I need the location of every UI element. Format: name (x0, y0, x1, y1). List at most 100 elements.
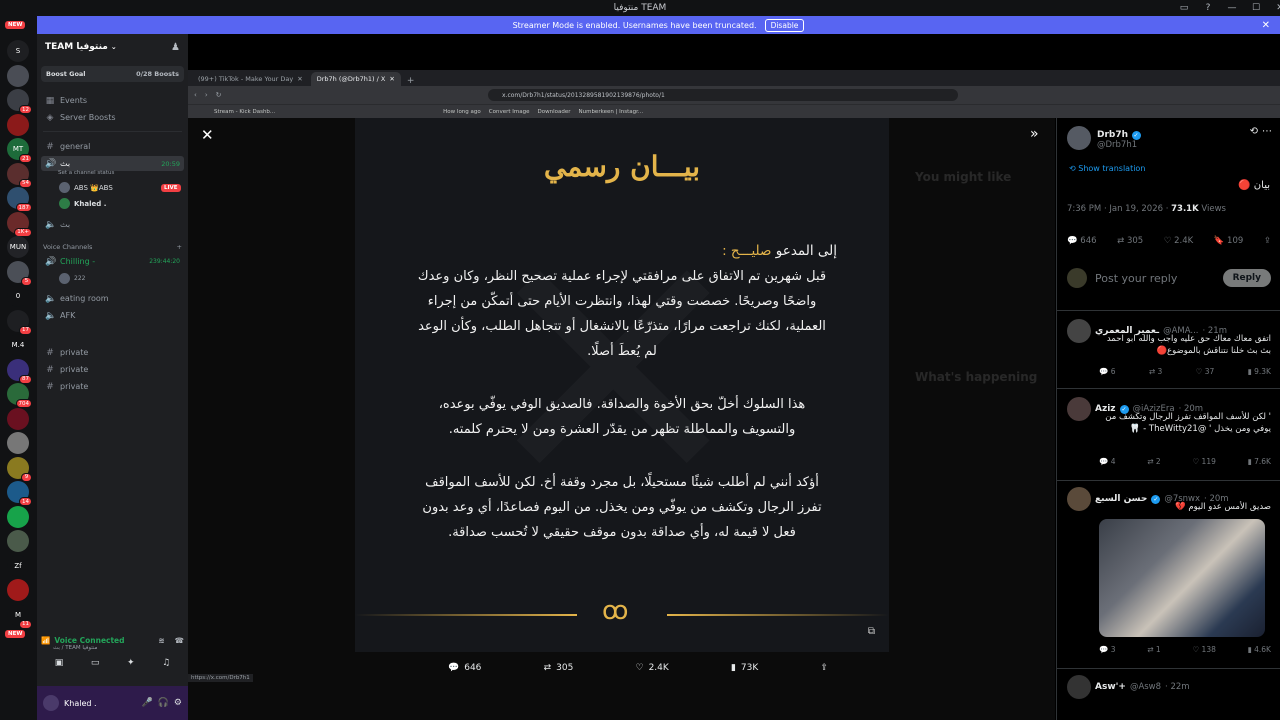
events-item[interactable]: ▦ Events (41, 93, 184, 108)
activities-icon[interactable]: ✦ (127, 658, 135, 668)
views-action[interactable]: ▮ 73K (731, 663, 758, 673)
signal-icon[interactable]: 📶 (41, 636, 50, 645)
channel-bt-voice[interactable]: 🔈 بث (41, 217, 184, 232)
bookmark-item[interactable]: Convert Image (489, 109, 530, 115)
repost-stat[interactable]: ⇄ 305 (1117, 236, 1143, 246)
voice-user-abs[interactable]: ABS 👑ABS (59, 182, 113, 193)
show-translation-link[interactable]: ⟲ Show translation (1069, 164, 1145, 173)
channel-general[interactable]: # general (41, 139, 184, 154)
like-stat[interactable]: ♡ 2.4K (1164, 236, 1193, 246)
voice-channel-path[interactable]: بث / TEAM منتوفيا (53, 645, 184, 651)
channel-eating-room[interactable]: 🔈 eating room (41, 291, 184, 306)
back-icon[interactable]: ‹ (194, 91, 197, 99)
minimize-button[interactable]: — (1220, 0, 1244, 16)
disable-streamer-button[interactable]: Disable (764, 18, 805, 32)
reply-button[interactable]: Reply (1222, 269, 1271, 287)
close-viewer-icon[interactable]: ✕ (201, 126, 214, 144)
share-icon[interactable]: ⇪ (1264, 236, 1271, 246)
server-icon[interactable]: M.4 (7, 334, 29, 356)
server-header[interactable]: TEAM منتوفيا ⌄ ♟ (37, 34, 188, 60)
server-icon[interactable]: 1K+ (7, 211, 32, 237)
server-icon[interactable]: Zf (7, 554, 29, 577)
views-stat[interactable]: ▮ 9.3K (1248, 367, 1271, 376)
server-icon[interactable]: 187 (7, 187, 32, 212)
views-stat[interactable]: ▮ 7.6K (1248, 457, 1271, 466)
channel-private-3[interactable]: # private (41, 379, 184, 394)
avatar[interactable] (1067, 319, 1091, 343)
reply-action[interactable]: 💬 646 (448, 663, 481, 673)
bookmark-stat[interactable]: 🔖 109 (1214, 236, 1244, 246)
invite-people-icon[interactable]: ♟ (171, 42, 180, 53)
more-options-icon[interactable]: ⋯ (1262, 126, 1272, 137)
server-icon[interactable]: 0 (7, 285, 29, 307)
noise-suppression-icon[interactable]: ≋ (158, 636, 164, 645)
avatar[interactable] (1067, 126, 1091, 150)
gear-icon[interactable]: ⚙ (174, 698, 182, 708)
server-icon[interactable]: 12 (7, 89, 32, 114)
disconnect-icon[interactable]: ☎ (175, 636, 184, 645)
boost-goal-bar[interactable]: Boost Goal 0/28 Boosts (41, 66, 184, 82)
bookmark-item[interactable]: Stream - Kick Dashb... (214, 109, 275, 115)
channel-stream-voice[interactable]: 🔊 بث 20:59 (41, 156, 184, 171)
tab-x-post[interactable]: Drb7h (@Drb7h1) / X ✕ (310, 72, 401, 86)
server-icon[interactable]: 5 (7, 260, 32, 286)
headphones-icon[interactable]: 🎧 (158, 698, 169, 708)
close-window-button[interactable]: ✕ (1268, 0, 1280, 16)
channel-afk[interactable]: 🔈 AFK (41, 308, 184, 323)
repost-stat[interactable]: ⇄ 3 (1149, 367, 1162, 376)
plus-icon[interactable]: + (177, 243, 182, 251)
server-icon[interactable]: 704 (7, 383, 32, 408)
reply-item[interactable]: Asw'+ @Asw8 · 22m (1057, 668, 1280, 720)
reply-stat[interactable]: 💬 6 (1099, 367, 1116, 376)
server-icon[interactable]: 14 (7, 481, 32, 506)
server-icon[interactable]: S (7, 40, 29, 62)
voice-connected-label[interactable]: Voice Connected (54, 636, 124, 645)
close-tab-icon[interactable]: ✕ (389, 75, 394, 83)
reply-photo[interactable] (1099, 519, 1265, 637)
maximize-button[interactable]: ☐ (1244, 0, 1268, 16)
new-tab-button[interactable]: + (403, 76, 419, 86)
server-icon[interactable] (7, 113, 29, 136)
post-image[interactable]: ✕ بيـــان رسمي إلى المدعو صليـــح : قبل … (355, 118, 889, 652)
repost-action[interactable]: ⇄ 305 (544, 663, 574, 673)
avatar[interactable] (43, 695, 59, 711)
server-icon[interactable]: MT 21 (7, 138, 32, 163)
reply-stat[interactable]: 💬 646 (1067, 236, 1097, 246)
bookmark-item[interactable]: How long ago (443, 109, 481, 115)
avatar[interactable] (1067, 675, 1091, 699)
views-stat[interactable]: ▮ 4.6K (1248, 645, 1271, 654)
server-icon[interactable] (7, 432, 29, 454)
reload-icon[interactable]: ↻ (216, 91, 222, 99)
avatar[interactable] (1067, 487, 1091, 511)
server-icon[interactable] (7, 64, 29, 87)
bookmark-item[interactable]: Downloader (538, 109, 571, 115)
reply-input[interactable]: Post your reply (1095, 272, 1177, 285)
channel-private-1[interactable]: # private (41, 345, 184, 360)
repost-stat[interactable]: ⇄ 1 (1147, 645, 1160, 654)
server-icon[interactable] (7, 407, 29, 430)
expand-panel-icon[interactable]: » (1030, 126, 1039, 142)
like-action[interactable]: ♡ 2.4K (635, 663, 668, 673)
address-bar[interactable]: x.com/Drb7h1/status/2013289581902139876/… (488, 89, 958, 101)
grok-icon[interactable]: ⟲ (1250, 126, 1258, 137)
forward-icon[interactable]: › (205, 91, 208, 99)
share-icon[interactable]: ⇪ (820, 663, 828, 673)
reply-item[interactable]: حسن السبع ✓ @7snwx · 20m صديق الأمس عدو … (1057, 480, 1280, 666)
voice-user-khaled[interactable]: Khaled . (59, 198, 106, 209)
user-name[interactable]: Khaled . (64, 699, 97, 708)
close-tab-icon[interactable]: ✕ (297, 75, 302, 83)
server-icon[interactable] (7, 505, 29, 528)
like-stat[interactable]: ♡ 119 (1192, 457, 1215, 466)
channel-chilling[interactable]: 🔊 Chilling - 239:44:20 (41, 254, 184, 269)
like-stat[interactable]: ♡ 37 (1196, 367, 1215, 376)
tweet-author[interactable]: Drb7h ✓ @Drb7h1 (1067, 126, 1141, 150)
server-icon[interactable]: 54 (7, 162, 32, 188)
server-icon[interactable]: 87 (7, 358, 32, 384)
like-stat[interactable]: ♡ 138 (1192, 645, 1215, 654)
reply-stat[interactable]: 💬 3 (1099, 645, 1116, 654)
banner-close-icon[interactable]: ✕ (1262, 20, 1270, 31)
server-icon[interactable] (7, 579, 29, 601)
channel-status[interactable]: Set a channel status (58, 170, 114, 176)
soundboard-icon[interactable]: ♫ (162, 658, 170, 668)
voice-channels-category[interactable]: Voice Channels + (43, 243, 182, 251)
